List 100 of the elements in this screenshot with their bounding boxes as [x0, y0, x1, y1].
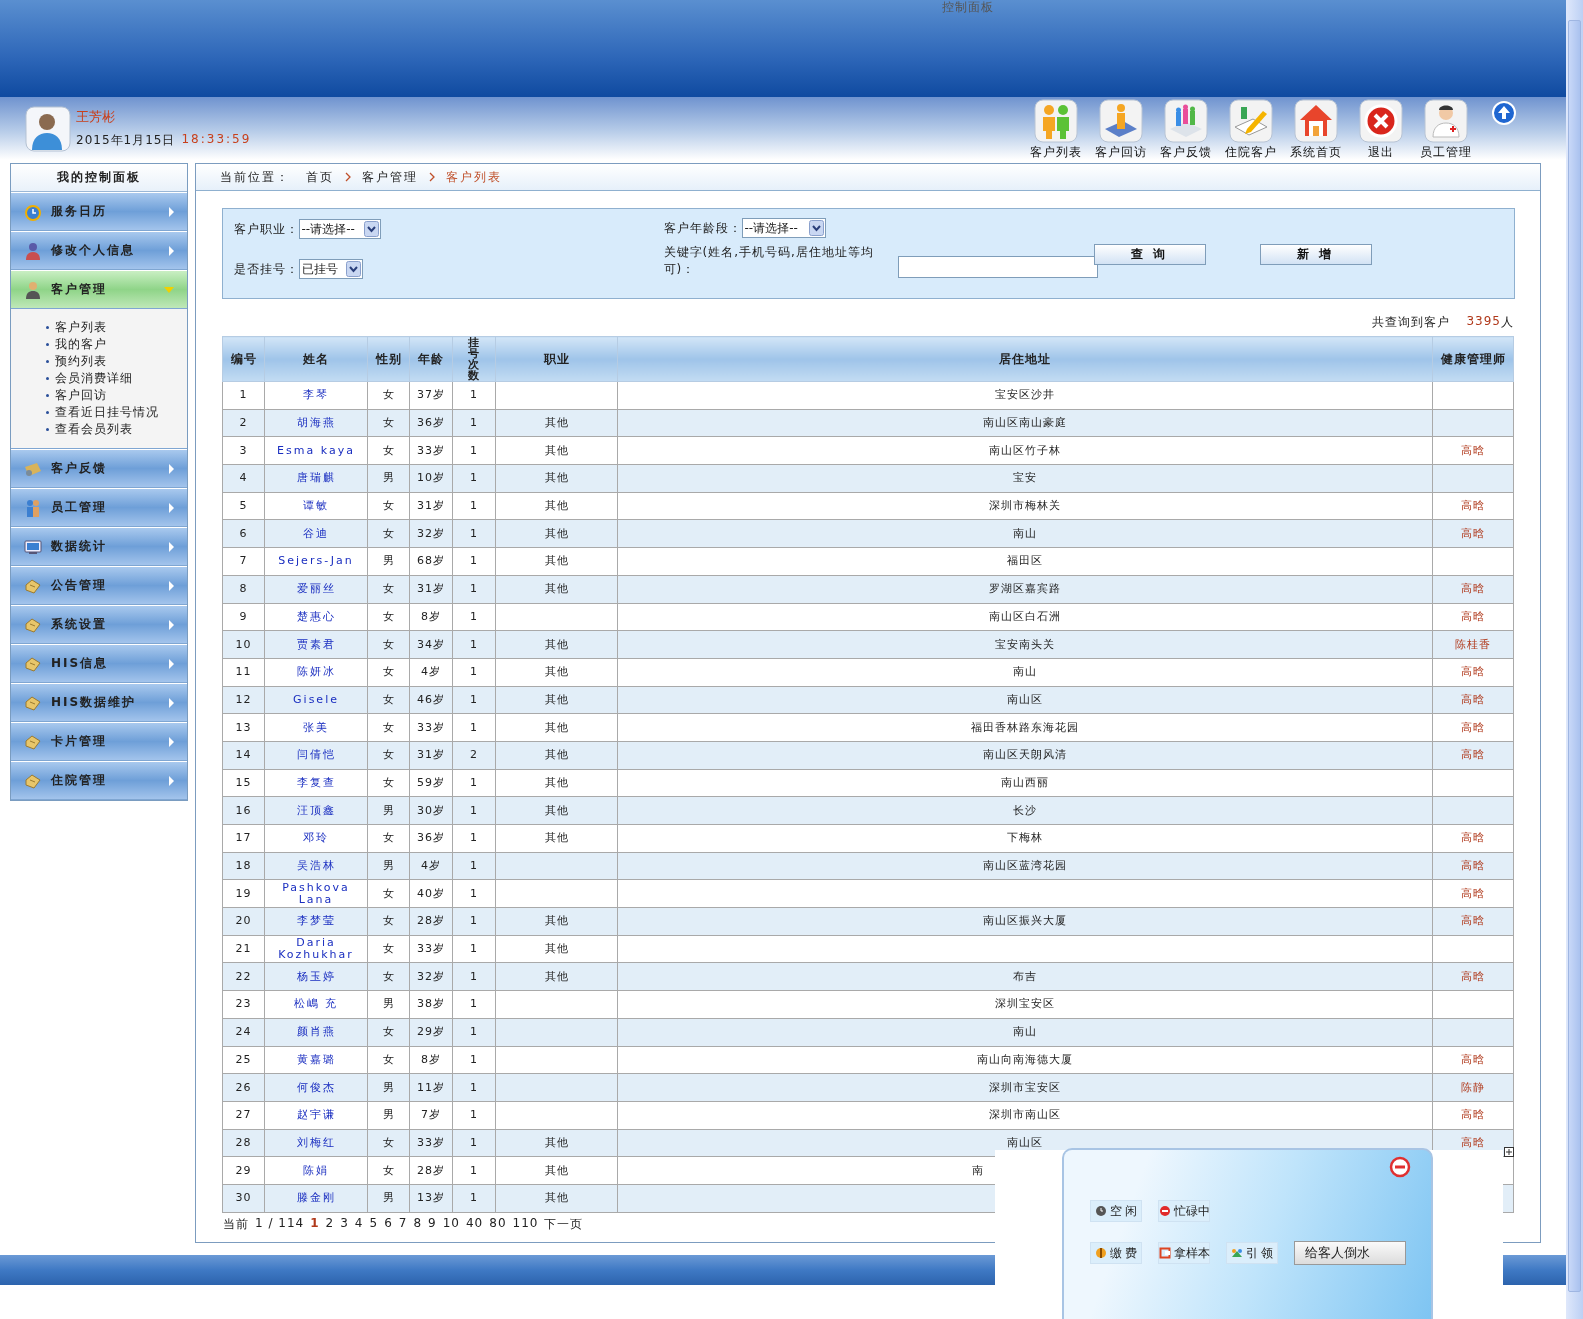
dropdown[interactable]: 已挂号: [298, 259, 363, 279]
sidebar-item[interactable]: HIS数据维护: [11, 683, 187, 722]
page-link[interactable]: 9: [428, 1215, 437, 1233]
sidebar-item[interactable]: 修改个人信息: [11, 231, 187, 270]
page-link[interactable]: 10: [442, 1215, 460, 1233]
toolbar-button[interactable]: 员工管理: [1413, 98, 1478, 161]
toolbar-button[interactable]: 客户反馈: [1153, 98, 1218, 161]
table-cell: 10: [235, 637, 252, 651]
breadcrumb-link[interactable]: 客户列表: [446, 168, 502, 186]
toolbar-button[interactable]: 系统首页: [1283, 98, 1348, 161]
table-cell: 长沙: [1013, 803, 1037, 817]
submenu-link[interactable]: 我的客户: [43, 336, 187, 353]
action-button[interactable]: 给客人倒水: [1294, 1241, 1406, 1265]
table-cell: 女: [382, 748, 395, 762]
table-cell: 宝安: [1013, 471, 1037, 485]
house-icon: [1293, 98, 1338, 143]
sidebar-item[interactable]: 公告管理: [11, 566, 187, 605]
sidebar-item[interactable]: 住院管理: [11, 761, 187, 800]
table-cell: 男: [382, 997, 395, 1011]
manager-name: 高晗: [1461, 886, 1485, 900]
breadcrumb-link[interactable]: 首页: [306, 168, 334, 186]
scrollbar[interactable]: [1566, 0, 1583, 1319]
table-cell: 南山区白石洲: [989, 609, 1061, 623]
table-cell: 其他: [544, 692, 569, 706]
manager-name: 高晗: [1461, 859, 1485, 873]
toolbar-button[interactable]: 退出: [1348, 98, 1413, 161]
submenu-link[interactable]: 预约列表: [43, 353, 187, 370]
table-cell: 其他: [544, 416, 569, 430]
popup-button[interactable]: 缴 费: [1090, 1242, 1142, 1264]
manager-name: 高晗: [1461, 609, 1485, 623]
table-cell: 男: [382, 1080, 395, 1094]
chevron-icon: [344, 172, 352, 182]
action-button[interactable]: 新 增: [1259, 244, 1372, 265]
table-cell: 1: [470, 692, 478, 706]
customer-name-link[interactable]: Pashkova Lana: [265, 881, 367, 906]
sidebar-item[interactable]: 客户管理: [11, 270, 187, 309]
submenu-link[interactable]: 查看会员列表: [43, 421, 187, 438]
table-cell: 40岁: [417, 886, 445, 900]
page-link[interactable]: 6: [384, 1215, 393, 1233]
submenu-link[interactable]: 客户列表: [43, 319, 187, 336]
customer-name-link[interactable]: Daria Kozhukhar: [265, 937, 367, 962]
table-cell: 女: [382, 416, 395, 430]
caret-right-icon: [167, 618, 175, 631]
manager-name: 陈桂香: [1455, 637, 1491, 651]
popup-button[interactable]: 拿样本: [1158, 1242, 1210, 1264]
popup-button[interactable]: 忙碌中: [1158, 1200, 1210, 1222]
table-cell: 南山区振兴大厦: [983, 914, 1067, 928]
page-link[interactable]: 3: [340, 1215, 349, 1233]
search-field[interactable]: [897, 256, 1098, 278]
table-cell: 女: [382, 1163, 395, 1177]
sample-icon: [1158, 1247, 1171, 1259]
page-link[interactable]: 110: [512, 1215, 539, 1233]
page-link[interactable]: 80: [489, 1215, 507, 1233]
page-link[interactable]: 4: [354, 1215, 364, 1233]
toolbar-button[interactable]: 客户列表: [1023, 98, 1088, 161]
dropdown[interactable]: --请选择--: [741, 218, 826, 238]
sidebar-item[interactable]: 服务日历: [11, 192, 187, 231]
table-cell: 21: [235, 942, 252, 956]
table-cell: 女: [382, 969, 395, 983]
popup-button[interactable]: 引 领: [1226, 1242, 1278, 1264]
page-link[interactable]: 1: [310, 1215, 320, 1233]
table-cell: 女: [382, 665, 395, 679]
submenu-link[interactable]: 会员消费详细: [43, 370, 187, 387]
manager-name: 高晗: [1461, 969, 1485, 983]
toolbar-button[interactable]: 客户回访: [1088, 98, 1153, 161]
table-cell: 8岁: [421, 609, 441, 623]
toolbar-button[interactable]: 住院客户: [1218, 98, 1283, 161]
sidebar-item[interactable]: HIS信息: [11, 644, 187, 683]
submenu-link[interactable]: 客户回访: [43, 387, 187, 404]
table-cell: 其他: [544, 471, 569, 485]
table-cell: 1: [470, 997, 478, 1011]
table-cell: 8: [239, 582, 248, 596]
table-cell: 27: [235, 1108, 252, 1122]
action-button[interactable]: 查 询: [1093, 244, 1206, 265]
next-page-link[interactable]: 下一页: [544, 1215, 584, 1233]
sidebar-item[interactable]: 系统设置: [11, 605, 187, 644]
manager-name: 高晗: [1461, 526, 1485, 540]
page-link[interactable]: 2: [325, 1215, 335, 1233]
dropdown[interactable]: --请选择--: [298, 219, 381, 239]
table-cell: 33岁: [417, 720, 445, 734]
manager-name: 高晗: [1461, 692, 1485, 706]
table-cell: 1: [470, 1191, 478, 1205]
sidebar-item[interactable]: 员工管理: [11, 488, 187, 527]
submenu-link[interactable]: 查看近日挂号情况: [43, 404, 187, 421]
table-cell: 28岁: [417, 1163, 445, 1177]
table-cell: 其他: [544, 1163, 569, 1177]
popup-button[interactable]: 空 闲: [1090, 1200, 1142, 1222]
result-count: 3395: [1466, 314, 1501, 330]
table-cell: 下梅林: [1007, 831, 1043, 845]
page-link[interactable]: 5: [369, 1215, 379, 1233]
breadcrumb-link[interactable]: 客户管理: [362, 168, 418, 186]
table-cell: 其他: [544, 942, 569, 956]
sidebar-item[interactable]: 数据统计: [11, 527, 187, 566]
table-cell: 女: [382, 609, 395, 623]
page-link[interactable]: 7: [398, 1215, 408, 1233]
sidebar-item[interactable]: 卡片管理: [11, 722, 187, 761]
page-link[interactable]: 40: [466, 1215, 484, 1233]
page-link[interactable]: 8: [413, 1215, 423, 1233]
sidebar-item[interactable]: 客户反馈: [11, 449, 187, 488]
column-header: 年龄: [409, 336, 453, 382]
